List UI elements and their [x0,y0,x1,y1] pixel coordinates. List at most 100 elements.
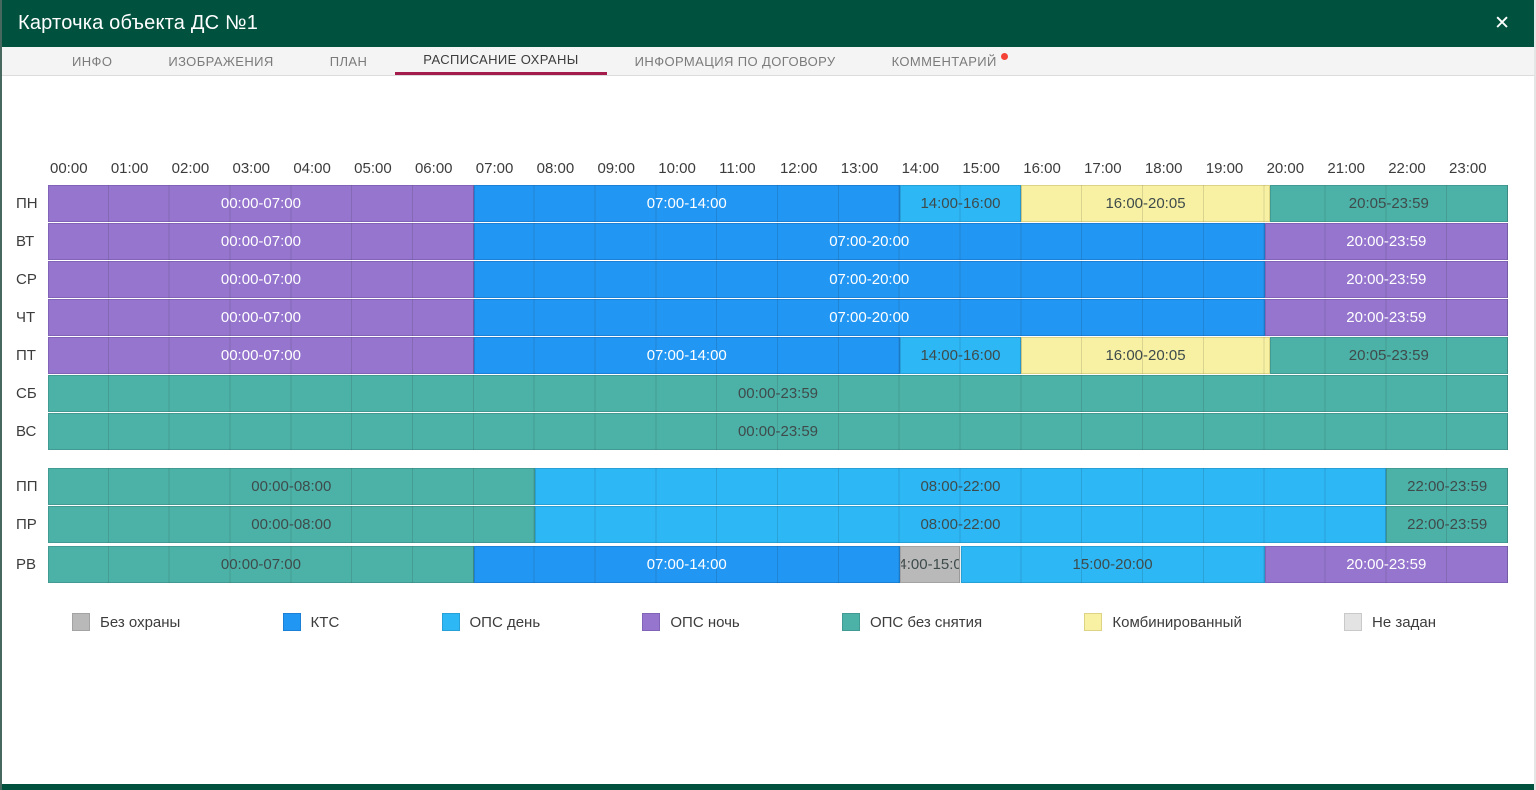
legend-swatch [1344,613,1362,631]
schedule-row-СБ: СБ00:00-23:59 [2,375,1508,412]
schedule-track: 00:00-23:59 [48,375,1508,412]
schedule-track: 00:00-08:0008:00-22:0022:00-23:59 [48,468,1508,505]
time-tick: 21:00 [1325,160,1386,185]
time-tick: 04:00 [291,160,352,185]
legend-swatch [1084,613,1102,631]
segment-time-label: 20:05-23:59 [1349,195,1429,212]
segment-time-label: 00:00-07:00 [221,195,301,212]
segment-time-label: 14:00-16:00 [920,195,1000,212]
schedule-row-ВС: ВС00:00-23:59 [2,413,1508,450]
schedule-segment-ops_night: 20:00-23:59 [1265,546,1508,583]
legend-label: ОПС ночь [670,614,739,631]
legend-label: КТС [311,614,340,631]
time-tick: 03:00 [230,160,291,185]
time-tick: 08:00 [535,160,596,185]
object-card-window: Карточка объекта ДС №1 ✕ ИНФО ИЗОБРАЖЕНИЯ… [0,0,1536,790]
day-label: ПТ [2,337,48,374]
schedule-segment-ops_day: 08:00-22:00 [535,506,1387,543]
guard-schedule-chart: 00:0001:0002:0003:0004:0005:0006:0007:00… [2,76,1534,631]
schedule-track: 00:00-07:0007:00-14:0014:00-15:0015:00-2… [48,546,1508,583]
window-header: Карточка объекта ДС №1 ✕ [2,0,1534,47]
tab-label: КОММЕНТАРИЙ [892,54,997,69]
schedule-row-ПП: ПП00:00-08:0008:00-22:0022:00-23:59 [2,468,1508,505]
time-tick: 17:00 [1082,160,1143,185]
time-tick: 14:00 [900,160,961,185]
legend-item-none: Без охраны [72,613,180,631]
schedule-segment-ops_no_removal: 00:00-23:59 [48,413,1508,450]
legend-swatch [72,613,90,631]
schedule-segment-ops_no_removal: 00:00-08:00 [48,506,535,543]
schedule-track: 00:00-07:00 07:00-14:00 14:00-16:00 16:00-2… [48,185,1508,222]
schedule-row-ЧТ: ЧТ00:00-07:0007:00-20:0020:00-23:59 [2,299,1508,336]
schedule-segment-ops_day: 14:00-16:00 [900,185,1022,222]
segment-time-label: 07:00-14:00 [647,347,727,364]
time-tick: 19:00 [1204,160,1265,185]
segment-time-label: 16:00-20:05 [1105,195,1185,212]
schedule-segment-ops_no_removal: 20:05-23:59 [1270,337,1508,374]
day-label: ПН [2,185,48,222]
segment-time-label: 08:00-22:00 [920,478,1000,495]
time-tick: 20:00 [1265,160,1326,185]
schedule-segment-ops_no_removal: 20:05-23:59 [1270,185,1508,222]
schedule-segment-ops_night: 20:00-23:59 [1265,299,1508,336]
schedule-segment-ops_day: 08:00-22:00 [535,468,1387,505]
schedule-segment-kts: 07:00-14:00 [474,546,900,583]
schedule-segment-ops_night: 00:00-07:00 [48,223,474,260]
segment-time-label: 07:00-20:00 [829,271,909,288]
segment-time-label: 08:00-22:00 [920,516,1000,533]
tab-plan[interactable]: ПЛАН [302,47,396,75]
segment-time-label: 00:00-07:00 [221,233,301,250]
schedule-track: 00:00-08:00 08:00-22:00 22:00-23:59 [48,506,1508,543]
close-icon[interactable]: ✕ [1488,10,1516,37]
legend-swatch [842,613,860,631]
tab-label: ИЗОБРАЖЕНИЯ [168,54,273,69]
day-label: ВТ [2,223,48,260]
schedule-row-ВТ: ВТ 00:00-07:00 07:00-20:00 20:00-23:59 [2,223,1508,260]
legend-item-ops_day: ОПС день [442,613,541,631]
tab-bar: ИНФО ИЗОБРАЖЕНИЯ ПЛАН РАСПИСАНИЕ ОХРАНЫ ИНФО… [2,47,1534,76]
time-tick: 09:00 [595,160,656,185]
time-tick: 02:00 [170,160,231,185]
segment-time-label: 07:00-20:00 [829,309,909,326]
time-tick: 13:00 [839,160,900,185]
time-tick: 01:00 [109,160,170,185]
time-tick: 11:00 [717,160,778,185]
tab-comment[interactable]: КОММЕНТАРИЙ [864,47,1036,75]
segment-time-label: 22:00-23:59 [1407,516,1487,533]
legend-item-combined: Комбинированный [1084,613,1241,631]
legend-item-ops_no_removal: ОПС без снятия [842,613,982,631]
segment-time-label: 20:00-23:59 [1346,233,1426,250]
schedule-segment-ops_night: 00:00-07:00 [48,185,474,222]
legend-label: Не задан [1372,614,1436,631]
segment-time-label: 00:00-07:00 [221,347,301,364]
day-label: ВС [2,413,48,450]
day-label: РВ [2,546,48,583]
segment-time-label: 00:00-07:00 [221,271,301,288]
time-tick: 16:00 [1021,160,1082,185]
time-tick: 23:00 [1447,160,1508,185]
schedule-segment-ops_no_removal: 00:00-07:00 [48,546,474,583]
tab-label: РАСПИСАНИЕ ОХРАНЫ [423,52,578,67]
time-tick: 22:00 [1386,160,1447,185]
tab-guard-schedule[interactable]: РАСПИСАНИЕ ОХРАНЫ [395,47,606,75]
legend-label: ОПС день [470,614,541,631]
time-tick: 18:00 [1143,160,1204,185]
special-rows-group: ПП00:00-08:0008:00-22:0022:00-23:59ПР00:… [2,468,1508,583]
schedule-segment-ops_night: 00:00-07:00 [48,299,474,336]
tab-info[interactable]: ИНФО [44,47,140,75]
tab-contract-info[interactable]: ИНФОРМАЦИЯ ПО ДОГОВОРУ [607,47,864,75]
tab-label: ПЛАН [330,54,368,69]
time-tick: 12:00 [778,160,839,185]
schedule-segment-ops_night: 00:00-07:00 [48,337,474,374]
segment-time-label: 07:00-20:00 [829,233,909,250]
tab-images[interactable]: ИЗОБРАЖЕНИЯ [140,47,301,75]
segment-time-label: 15:00-20:00 [1073,556,1153,573]
segment-time-label: 14:00-16:00 [920,347,1000,364]
segment-time-label: 00:00-07:00 [221,556,301,573]
segment-time-label: 07:00-14:00 [647,195,727,212]
day-label: ПП [2,468,48,505]
segment-time-label: 22:00-23:59 [1407,478,1487,495]
segment-time-label: 16:00-20:05 [1105,347,1185,364]
schedule-track: 00:00-07:00 07:00-20:00 20:00-23:59 [48,223,1508,260]
schedule-segment-ops_no_removal: 22:00-23:59 [1386,468,1508,505]
